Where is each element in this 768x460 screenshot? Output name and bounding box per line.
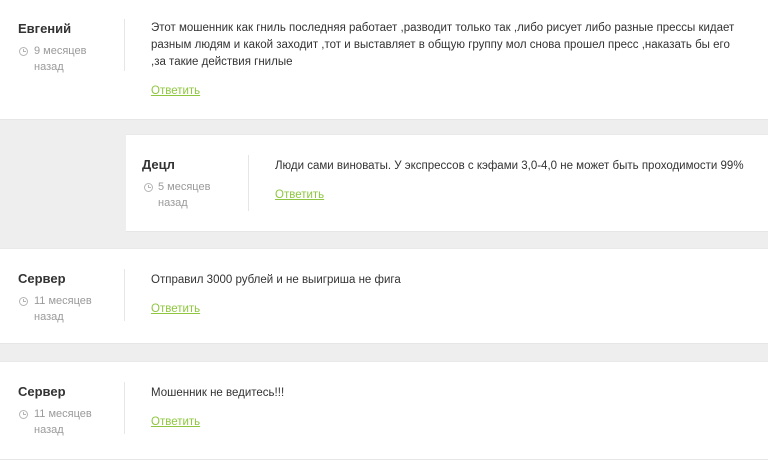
comment-time-value: 11 месяцев — [34, 295, 92, 307]
comment-time-value: 9 месяцев — [34, 45, 87, 57]
comment-time: 9 месяцев назад — [34, 43, 86, 75]
comment-time-suffix: назад — [34, 61, 64, 73]
comment-author: Евгений — [18, 21, 72, 36]
reply-button[interactable]: Ответить — [151, 84, 200, 98]
comment-author: Сервер — [18, 271, 66, 286]
comment-card: Сервер 11 месяцев назад Отправил 3000 ру… — [0, 248, 768, 344]
clock-icon — [19, 410, 28, 419]
comment-author: Децл — [142, 157, 175, 172]
reply-button[interactable]: Ответить — [275, 188, 324, 202]
comment-text: Этот мошенник как гниль последняя работа… — [151, 22, 735, 68]
clock-icon — [144, 183, 153, 192]
comment-text: Мошенник не ведитесь!!! — [151, 387, 285, 399]
comment-divider — [248, 155, 249, 211]
comment-divider — [124, 382, 125, 434]
comment-time: 11 месяцев назад — [34, 406, 92, 438]
comment-card: Евгений 9 месяцев назад Этот мошенник ка… — [0, 0, 768, 120]
comment-time: 5 месяцев назад — [158, 179, 210, 211]
reply-button[interactable]: Ответить — [151, 302, 200, 316]
comment-divider — [124, 269, 125, 321]
comment-text: Отправил 3000 рублей и не выигриша не фи… — [151, 274, 401, 286]
comment-time-value: 11 месяцев — [34, 408, 92, 420]
comment-author: Сервер — [18, 384, 66, 399]
comment-time-suffix: назад — [34, 311, 64, 323]
clock-icon — [19, 297, 28, 306]
comment-time-suffix: назад — [34, 424, 64, 436]
comment-time: 11 месяцев назад — [34, 293, 92, 325]
comment-divider — [124, 19, 125, 71]
comment-card: Сервер 11 месяцев назад Мошенник не веди… — [0, 361, 768, 460]
reply-button[interactable]: Ответить — [151, 415, 200, 429]
clock-icon — [19, 47, 28, 56]
comment-time-suffix: назад — [158, 197, 188, 209]
comment-time-value: 5 месяцев — [158, 181, 211, 193]
comment-text: Люди сами виноваты. У экспрессов с кэфам… — [275, 160, 744, 172]
comment-card-nested: Децл 5 месяцев назад Люди сами виноваты.… — [126, 134, 768, 232]
